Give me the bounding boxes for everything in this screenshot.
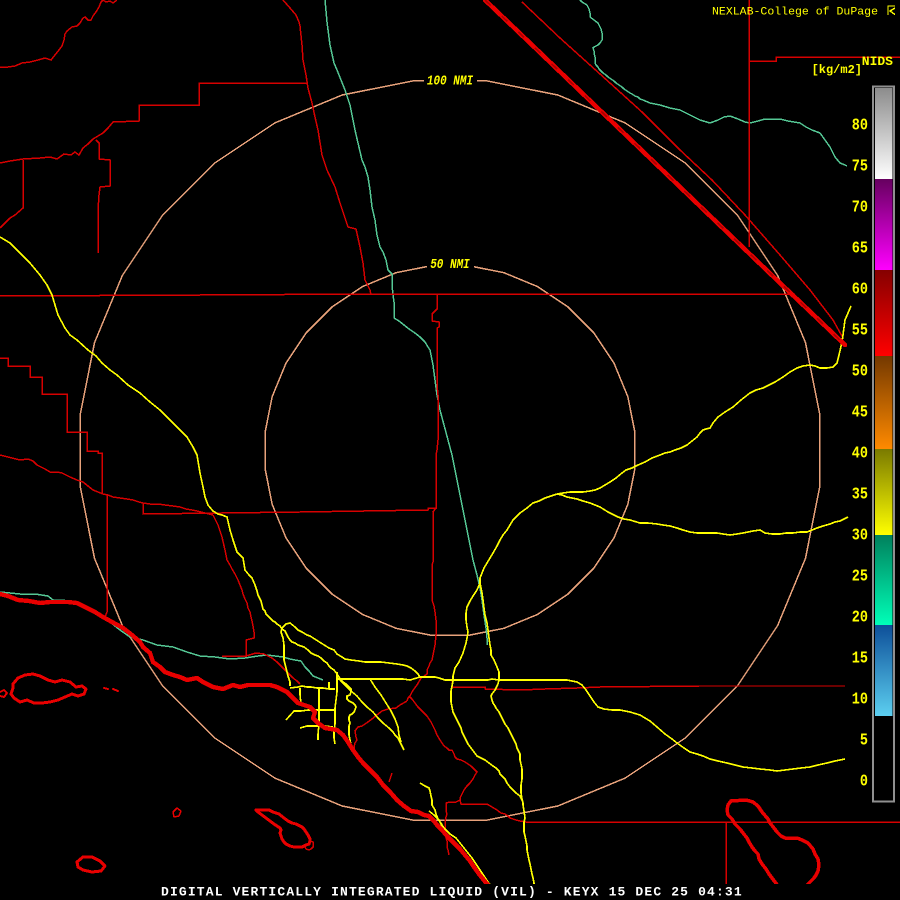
svg-text:30: 30 xyxy=(852,525,868,545)
svg-text:25: 25 xyxy=(852,566,868,586)
svg-text:50 NMI: 50 NMI xyxy=(430,256,470,273)
svg-text:40: 40 xyxy=(852,443,868,463)
svg-text:45: 45 xyxy=(852,402,868,422)
svg-text:15: 15 xyxy=(852,648,868,668)
svg-text:80: 80 xyxy=(852,115,868,135)
svg-text:0: 0 xyxy=(860,771,868,791)
svg-text:5: 5 xyxy=(860,730,868,750)
svg-text:35: 35 xyxy=(852,484,868,504)
svg-text:100 NMI: 100 NMI xyxy=(427,72,474,89)
svg-text:55: 55 xyxy=(852,320,868,340)
svg-text:NIDS: NIDS xyxy=(862,54,893,69)
svg-text:20: 20 xyxy=(852,607,868,627)
svg-text:75: 75 xyxy=(852,156,868,176)
svg-text:70: 70 xyxy=(852,197,868,217)
svg-text:60: 60 xyxy=(852,279,868,299)
svg-text:[kg/m2]: [kg/m2] xyxy=(812,63,862,77)
svg-text:10: 10 xyxy=(852,689,868,709)
svg-text:50: 50 xyxy=(852,361,868,381)
svg-text:DIGITAL VERTICALLY INTEGRATED: DIGITAL VERTICALLY INTEGRATED LIQUID (VI… xyxy=(161,885,743,900)
svg-text:65: 65 xyxy=(852,238,868,258)
svg-text:NEXLAB-College of DuPage: NEXLAB-College of DuPage xyxy=(712,7,878,19)
